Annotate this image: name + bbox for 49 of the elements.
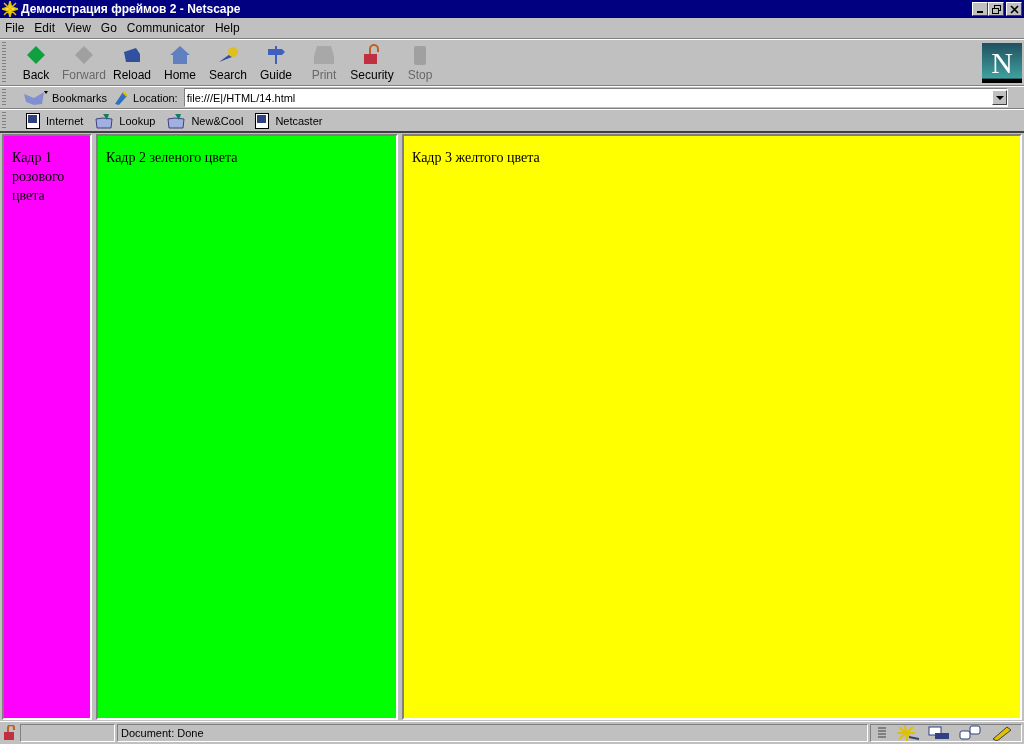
menu-item[interactable]: Go	[95, 21, 122, 35]
menu-item[interactable]: File	[0, 21, 30, 35]
lock-icon[interactable]	[2, 725, 18, 741]
toolbar-grip[interactable]	[2, 42, 6, 83]
folder-icon	[167, 112, 186, 129]
menu-item[interactable]: View	[60, 21, 96, 35]
close-icon	[1009, 4, 1019, 14]
bookmark-link[interactable]: Lookup	[95, 112, 156, 129]
status-text: Document: Done	[121, 727, 204, 739]
menu-item[interactable]: Help	[209, 21, 245, 35]
toolbar-button[interactable]: Reload	[108, 41, 156, 84]
toolbar-button[interactable]: Home	[156, 41, 204, 84]
bookmark-link[interactable]: Netcaster	[255, 112, 323, 129]
star-icon	[2, 1, 18, 17]
page-icon	[26, 112, 40, 129]
restore-button[interactable]	[988, 2, 1004, 16]
toolbar-grip[interactable]	[2, 112, 6, 129]
close-button[interactable]	[1006, 2, 1022, 16]
toolbar-grip[interactable]	[2, 89, 6, 106]
restore-icon	[991, 4, 1001, 14]
logo[interactable]: N	[982, 42, 1022, 83]
minimize-button[interactable]	[972, 2, 988, 16]
frame-text: Кадр 3 желтого цвета	[412, 150, 540, 165]
location-icon	[113, 89, 130, 106]
caret-icon	[995, 95, 1004, 100]
window-title: Демонстрация фреймов 2 - Netscape	[21, 2, 242, 16]
frame-text: Кадр 2 зеленого цвета	[106, 150, 238, 165]
menu-item[interactable]: Communicator	[121, 21, 210, 35]
home-icon	[168, 43, 192, 66]
bookmark-link[interactable]: New&Cool	[167, 112, 244, 129]
toolbar-button[interactable]: Back	[12, 41, 60, 84]
dropdown-button[interactable]	[992, 90, 1007, 105]
mail-icon[interactable]	[927, 725, 951, 741]
bookmark-icon	[22, 89, 48, 106]
toolbar-button[interactable]: Search	[204, 41, 252, 84]
toolbar-button[interactable]: Guide	[252, 41, 300, 84]
chat-icon[interactable]	[959, 725, 983, 741]
bookmark-link[interactable]: Internet	[26, 112, 84, 129]
location-label: Location:	[133, 91, 178, 104]
bookmarks-button[interactable]: Bookmarks	[22, 89, 108, 106]
folder-icon	[95, 112, 114, 129]
frame-text: Кадр 1 розового цвета	[12, 150, 65, 203]
menu-item[interactable]: Edit	[29, 21, 61, 35]
location-field[interactable]: file:///E|/HTML/14.html	[183, 88, 1008, 107]
print-icon	[312, 43, 336, 66]
minimize-icon	[977, 11, 983, 13]
page-icon	[255, 112, 270, 129]
toolbar-button[interactable]: Security	[348, 41, 396, 84]
navigator-icon[interactable]	[895, 725, 919, 741]
